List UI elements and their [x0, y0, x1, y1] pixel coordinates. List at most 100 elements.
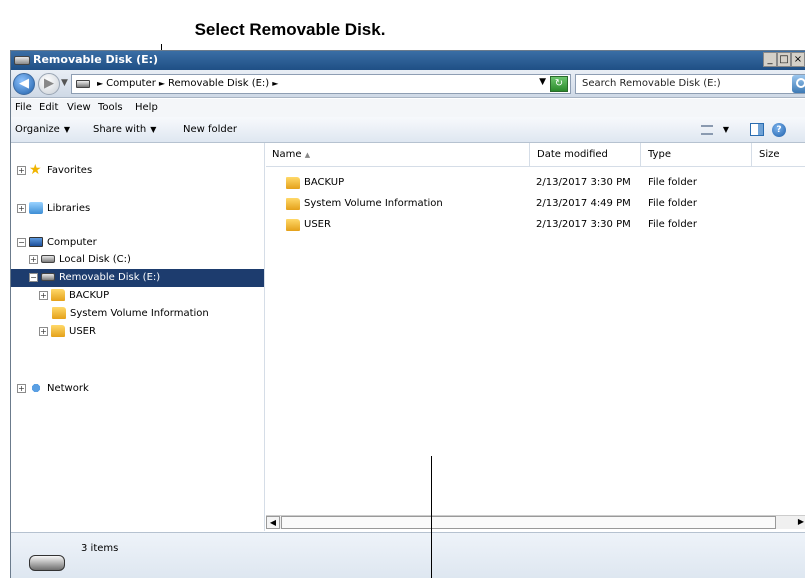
- view-options-icon[interactable]: [701, 125, 713, 135]
- menu-file[interactable]: File: [15, 102, 32, 113]
- help-icon[interactable]: ?: [772, 123, 786, 137]
- annotation-label: Select Removable Disk.: [194, 20, 386, 39]
- breadcrumb-removable-disk[interactable]: Removable Disk (E:): [168, 78, 269, 89]
- history-dropdown-icon[interactable]: ▼: [61, 78, 68, 88]
- explorer-window: Removable Disk (E:) _ □ × ◀ ▶ ▼ ► Compute…: [10, 50, 805, 578]
- star-icon: ★: [29, 162, 42, 178]
- folder-icon: [51, 325, 65, 337]
- tree-item-user[interactable]: + USER: [39, 323, 96, 341]
- file-name: BACKUP: [304, 177, 345, 188]
- search-input[interactable]: Search Removable Disk (E:): [575, 74, 805, 94]
- back-button[interactable]: ◀: [13, 73, 35, 95]
- tree-item-label: Libraries: [47, 203, 91, 214]
- sort-ascending-icon: ▲: [304, 151, 311, 159]
- column-header-date[interactable]: Date modified: [531, 143, 641, 167]
- tree-item-label: System Volume Information: [70, 308, 209, 319]
- file-date: 2/13/2017 4:49 PM: [536, 198, 631, 209]
- tree-item-favorites[interactable]: + ★ Favorites: [17, 162, 92, 180]
- organize-button[interactable]: Organize ▼: [15, 124, 70, 135]
- tree-item-backup[interactable]: + BACKUP: [39, 287, 109, 305]
- new-folder-button[interactable]: New folder: [183, 124, 237, 135]
- search-icon[interactable]: [792, 75, 805, 93]
- column-header-type[interactable]: Type: [642, 143, 752, 167]
- minimize-button[interactable]: _: [763, 52, 777, 67]
- refresh-button[interactable]: ↻: [550, 76, 568, 92]
- chevron-down-icon: ▼: [63, 125, 70, 134]
- tree-item-libraries[interactable]: + Libraries: [17, 200, 90, 218]
- tree-item-network[interactable]: + Network: [17, 380, 89, 398]
- scrollbar-thumb[interactable]: [281, 516, 776, 529]
- tree-item-label: Favorites: [47, 165, 93, 176]
- file-date: 2/13/2017 3:30 PM: [536, 177, 631, 188]
- expand-icon[interactable]: +: [29, 254, 38, 264]
- tree-item-label: BACKUP: [69, 290, 110, 301]
- expand-icon[interactable]: +: [17, 203, 26, 213]
- address-bar[interactable]: ► Computer ► Removable Disk (E:) ► ▼ ↻: [71, 74, 571, 94]
- details-pane: 3 items: [11, 532, 805, 578]
- column-header-size[interactable]: Size: [753, 143, 805, 167]
- column-header-name[interactable]: Name ▲: [266, 143, 530, 167]
- file-row[interactable]: BACKUP 2/13/2017 3:30 PM File folder: [266, 173, 786, 193]
- file-name: USER: [304, 219, 331, 230]
- file-type: File folder: [648, 198, 697, 209]
- removable-drive-icon: [14, 56, 30, 65]
- file-type: File folder: [648, 177, 697, 188]
- libraries-icon: [29, 202, 43, 214]
- collapse-icon[interactable]: −: [17, 237, 26, 247]
- preview-pane-icon[interactable]: [750, 123, 764, 136]
- breadcrumb-separator-icon[interactable]: ►: [159, 79, 165, 88]
- folder-icon: [286, 177, 300, 189]
- maximize-button[interactable]: □: [777, 52, 791, 67]
- file-row[interactable]: System Volume Information 2/13/2017 4:49…: [266, 194, 786, 214]
- collapse-icon[interactable]: −: [29, 272, 38, 282]
- expand-icon[interactable]: +: [39, 326, 48, 336]
- tree-item-label: Network: [47, 383, 89, 394]
- folder-icon: [286, 198, 300, 210]
- menu-tools[interactable]: Tools: [98, 102, 123, 113]
- file-name: System Volume Information: [304, 198, 443, 209]
- folder-icon: [52, 307, 66, 319]
- tree-item-label: Removable Disk (E:): [59, 272, 161, 283]
- file-row[interactable]: USER 2/13/2017 3:30 PM File folder: [266, 215, 786, 235]
- expand-icon[interactable]: +: [17, 383, 26, 393]
- horizontal-scrollbar[interactable]: ◀ ▶: [266, 515, 805, 529]
- menu-edit[interactable]: Edit: [39, 102, 58, 113]
- breadcrumb-separator-icon[interactable]: ►: [272, 79, 278, 88]
- tree-item-computer[interactable]: − Computer: [17, 234, 97, 252]
- removable-drive-icon: [76, 80, 90, 88]
- folder-icon: [286, 219, 300, 231]
- expand-icon[interactable]: +: [17, 165, 26, 175]
- item-count: 3 items: [81, 543, 119, 554]
- file-list: Name ▲ Date modified Type Size BACKUP 2/…: [266, 143, 805, 531]
- tree-item-system-volume-information[interactable]: System Volume Information: [52, 305, 209, 323]
- forward-button[interactable]: ▶: [38, 73, 60, 95]
- expand-icon[interactable]: +: [39, 290, 48, 300]
- window-title: Removable Disk (E:): [33, 53, 159, 66]
- folder-icon: [51, 289, 65, 301]
- search-placeholder: Search Removable Disk (E:): [582, 78, 721, 89]
- scroll-left-icon[interactable]: ◀: [266, 516, 280, 529]
- menu-view[interactable]: View: [67, 102, 91, 113]
- network-icon: [29, 382, 43, 394]
- computer-icon: [29, 237, 43, 247]
- command-toolbar: Organize ▼ Share with ▼ New folder ▼ ?: [11, 117, 805, 143]
- breadcrumb-separator-icon[interactable]: ►: [97, 79, 103, 88]
- menu-help[interactable]: Help: [135, 102, 158, 113]
- callout-line-bottom: [431, 456, 432, 578]
- tree-item-label: Computer: [47, 237, 97, 248]
- tree-item-label: USER: [69, 326, 96, 337]
- column-header-row: Name ▲ Date modified Type Size: [266, 143, 805, 167]
- share-with-button[interactable]: Share with ▼: [93, 124, 156, 135]
- tree-item-label: Local Disk (C:): [59, 254, 131, 265]
- tree-item-removable-disk[interactable]: − Removable Disk (E:): [11, 269, 264, 287]
- file-type: File folder: [648, 219, 697, 230]
- close-button[interactable]: ×: [791, 52, 805, 67]
- scroll-right-icon[interactable]: ▶: [794, 516, 805, 529]
- chevron-down-icon[interactable]: ▼: [723, 125, 729, 134]
- title-bar[interactable]: Removable Disk (E:) _ □ ×: [11, 51, 805, 70]
- navigation-pane: + ★ Favorites + Libraries − Computer + Local …: [11, 143, 265, 531]
- address-dropdown-icon[interactable]: ▼: [539, 77, 546, 87]
- tree-item-local-disk[interactable]: + Local Disk (C:): [29, 251, 131, 269]
- local-disk-icon: [41, 255, 55, 263]
- breadcrumb-computer[interactable]: Computer: [106, 78, 156, 89]
